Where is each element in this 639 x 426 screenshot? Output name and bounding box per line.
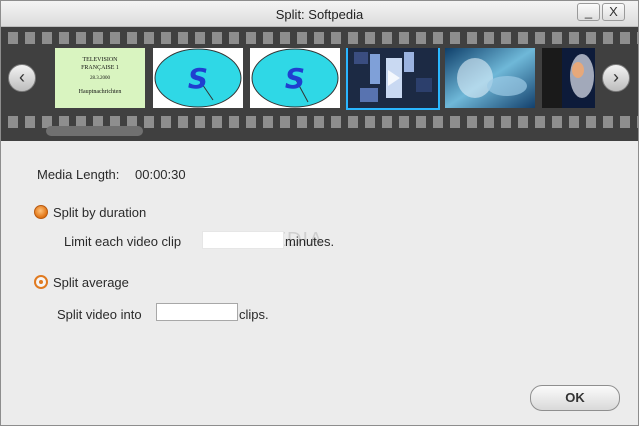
thumb-text-2: FRANÇAISE 1 <box>81 65 119 71</box>
thumb-letter-s: S <box>285 62 305 95</box>
clip-duration-input[interactable] <box>202 231 284 249</box>
thumb-text-3: 28.3.2000 <box>90 76 111 81</box>
thumbnail-6[interactable] <box>542 48 595 108</box>
thumbnail-4-selected[interactable] <box>346 48 440 110</box>
clips-label: clips. <box>239 307 269 322</box>
sprocket-holes-top <box>1 32 638 44</box>
split-average-label[interactable]: Split average <box>53 275 129 290</box>
minutes-label: minutes. <box>285 234 335 249</box>
next-frame-button[interactable]: › <box>602 64 630 92</box>
thumbnail-2[interactable]: S <box>153 48 243 108</box>
thumb-letter-s: S <box>188 62 208 95</box>
clip-count-input[interactable] <box>156 303 238 321</box>
thumbnail-strip: TELEVISION FRANÇAISE 1 28.3.2000 Hauptna… <box>55 48 595 110</box>
split-dialog: Split: Softpedia _ X ‹ TELEVISION FRANÇA… <box>0 0 639 426</box>
thumb-text-1: TELEVISION <box>83 57 119 63</box>
thumb-text-4: Hauptnachrichten <box>79 89 122 95</box>
minimize-button[interactable]: _ <box>577 3 600 21</box>
window-title: Split: Softpedia <box>275 7 364 22</box>
limit-clip-label: Limit each video clip <box>64 234 182 249</box>
split-average-radio[interactable] <box>34 275 48 289</box>
filmstrip-scrollbar[interactable] <box>46 126 143 136</box>
thumbnail-5[interactable] <box>445 48 535 108</box>
media-length-value: 00:00:30 <box>135 167 186 182</box>
split-by-duration-label[interactable]: Split by duration <box>53 205 146 220</box>
ok-button[interactable]: OK <box>530 385 620 411</box>
thumbnail-1[interactable]: TELEVISION FRANÇAISE 1 28.3.2000 Hauptna… <box>55 48 145 108</box>
close-button[interactable]: X <box>602 3 625 21</box>
filmstrip: ‹ TELEVISION FRANÇAISE 1 28.3.2000 Haupt… <box>1 27 638 141</box>
split-into-label: Split video into <box>57 307 142 322</box>
thumbnail-3[interactable]: S <box>250 48 340 108</box>
previous-frame-button[interactable]: ‹ <box>8 64 36 92</box>
title-bar: Split: Softpedia _ X <box>1 1 638 27</box>
media-length-label: Media Length: <box>37 167 120 182</box>
split-by-duration-radio[interactable] <box>34 205 48 219</box>
